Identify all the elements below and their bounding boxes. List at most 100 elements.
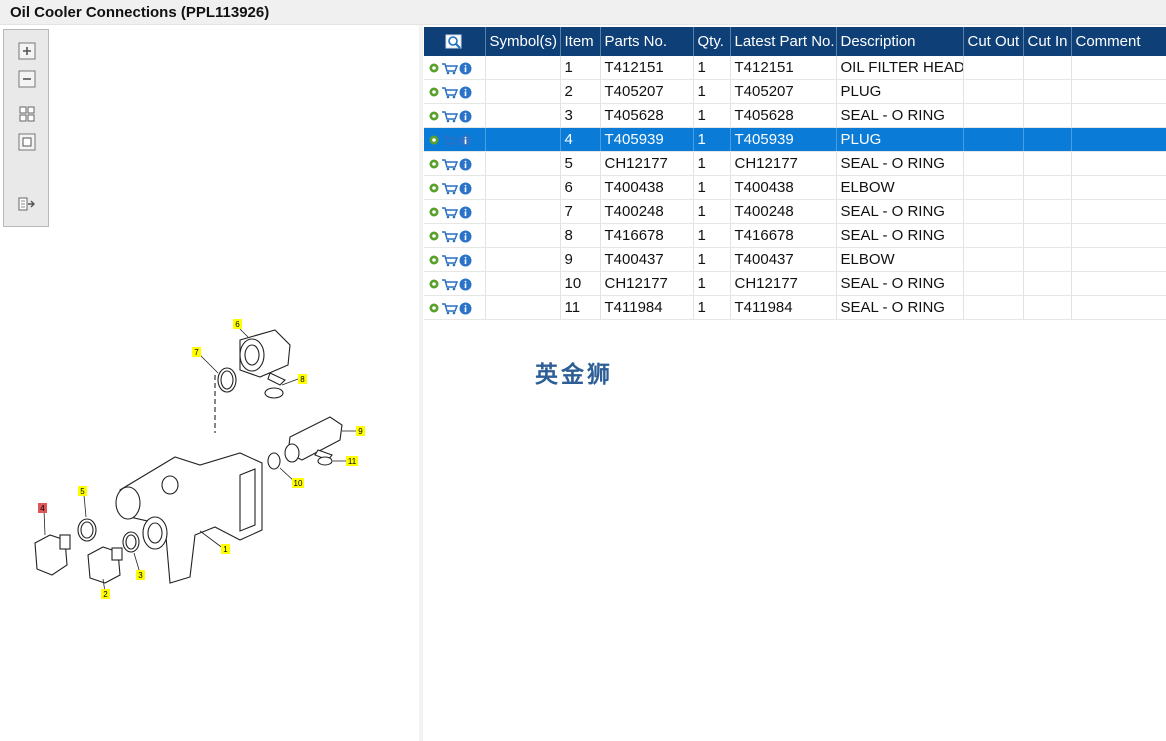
diagram-pane[interactable]: 6 7 8 9 11 10 5 4 3 2 1 [0, 25, 420, 741]
info-icon[interactable] [459, 230, 472, 243]
zoom-out-icon[interactable] [18, 70, 36, 88]
table-row[interactable]: 1 T412151 1 T412151 OIL FILTER HEAD [424, 56, 1166, 80]
row-actions-cell[interactable] [424, 127, 486, 152]
gear-icon[interactable] [428, 182, 440, 194]
table-row[interactable]: 8 T416678 1 T416678 SEAL - O RING [424, 223, 1166, 248]
callout-9[interactable]: 9 [358, 427, 363, 436]
info-icon[interactable] [459, 206, 472, 219]
column-filter-header[interactable] [424, 27, 486, 56]
column-header-parts-no[interactable]: Parts No. [600, 27, 694, 56]
cart-icon[interactable] [441, 278, 458, 291]
row-actions-cell[interactable] [424, 223, 486, 248]
callout-4[interactable]: 4 [40, 504, 45, 513]
table-row[interactable]: 3 T405628 1 T405628 SEAL - O RING [424, 103, 1166, 128]
cut-out-cell [963, 79, 1024, 104]
row-actions-cell[interactable] [424, 151, 486, 176]
info-icon[interactable] [459, 110, 472, 123]
latest-part-no-cell: T412151 [730, 56, 837, 80]
cart-icon[interactable] [441, 206, 458, 219]
exploded-parts-diagram[interactable]: 6 7 8 9 11 10 5 4 3 2 1 [0, 285, 419, 615]
callout-3[interactable]: 3 [138, 571, 143, 580]
column-header-cut-out[interactable]: Cut Out [963, 27, 1024, 56]
callout-2[interactable]: 2 [103, 590, 108, 599]
table-row[interactable]: 2 T405207 1 T405207 PLUG [424, 79, 1166, 104]
symbol-cell [485, 199, 561, 224]
table-row[interactable]: 4 T405939 1 T405939 PLUG [424, 127, 1166, 152]
search-filter-icon[interactable] [445, 34, 463, 50]
column-header-comment[interactable]: Comment [1071, 27, 1166, 56]
cart-icon[interactable] [441, 158, 458, 171]
gear-icon[interactable] [428, 110, 440, 122]
cart-icon[interactable] [441, 230, 458, 243]
row-actions-cell[interactable] [424, 271, 486, 296]
column-header-qty[interactable]: Qty. [693, 27, 731, 56]
cut-out-cell [963, 175, 1024, 200]
info-icon[interactable] [459, 86, 472, 99]
gear-icon[interactable] [428, 86, 440, 98]
table-row[interactable]: 9 T400437 1 T400437 ELBOW [424, 247, 1166, 272]
column-header-item[interactable]: Item [560, 27, 601, 56]
gear-icon[interactable] [428, 134, 440, 146]
row-actions-cell[interactable] [424, 247, 486, 272]
description-cell: SEAL - O RING [836, 103, 964, 128]
gear-icon[interactable] [428, 254, 440, 266]
table-row[interactable]: 7 T400248 1 T400248 SEAL - O RING [424, 199, 1166, 224]
description-cell: SEAL - O RING [836, 199, 964, 224]
callout-8[interactable]: 8 [300, 375, 305, 384]
qty-cell: 1 [693, 79, 731, 104]
info-icon[interactable] [459, 158, 472, 171]
info-icon[interactable] [459, 302, 472, 315]
cart-icon[interactable] [441, 182, 458, 195]
part-no-cell: CH12177 [600, 271, 694, 296]
description-cell: SEAL - O RING [836, 223, 964, 248]
fit-all-icon[interactable] [18, 105, 36, 123]
gear-icon[interactable] [428, 278, 440, 290]
callout-7[interactable]: 7 [194, 348, 199, 357]
description-cell: SEAL - O RING [836, 271, 964, 296]
info-icon[interactable] [459, 254, 472, 267]
cart-icon[interactable] [441, 302, 458, 315]
cart-icon[interactable] [441, 254, 458, 267]
latest-part-no-cell: T405628 [730, 103, 837, 128]
callout-5[interactable]: 5 [80, 487, 85, 496]
row-actions-cell[interactable] [424, 295, 486, 320]
cut-out-cell [963, 151, 1024, 176]
table-row[interactable]: 10 CH12177 1 CH12177 SEAL - O RING [424, 271, 1166, 296]
info-icon[interactable] [459, 278, 472, 291]
info-icon[interactable] [459, 182, 472, 195]
fit-page-icon[interactable] [18, 133, 36, 151]
table-row[interactable]: 5 CH12177 1 CH12177 SEAL - O RING [424, 151, 1166, 176]
row-actions-cell[interactable] [424, 56, 486, 80]
column-header-cut-in[interactable]: Cut In [1023, 27, 1072, 56]
cart-icon[interactable] [441, 110, 458, 123]
table-row[interactable]: 6 T400438 1 T400438 ELBOW [424, 175, 1166, 200]
zoom-in-icon[interactable] [18, 42, 36, 60]
row-actions-cell[interactable] [424, 175, 486, 200]
latest-part-no-cell: CH12177 [730, 271, 837, 296]
info-icon[interactable] [459, 134, 472, 147]
pane-splitter[interactable] [419, 25, 423, 741]
row-actions-cell[interactable] [424, 103, 486, 128]
row-actions-cell[interactable] [424, 199, 486, 224]
callout-1[interactable]: 1 [223, 545, 228, 554]
callout-6[interactable]: 6 [235, 320, 240, 329]
export-icon[interactable] [18, 195, 36, 213]
latest-part-no-cell: T405207 [730, 79, 837, 104]
description-cell: SEAL - O RING [836, 295, 964, 320]
info-icon[interactable] [459, 62, 472, 75]
cart-icon[interactable] [441, 86, 458, 99]
gear-icon[interactable] [428, 158, 440, 170]
row-actions-cell[interactable] [424, 79, 486, 104]
callout-11[interactable]: 11 [348, 457, 357, 466]
column-header-latest-part-no[interactable]: Latest Part No. [730, 27, 837, 56]
cart-icon[interactable] [441, 62, 458, 75]
table-row[interactable]: 11 T411984 1 T411984 SEAL - O RING [424, 295, 1166, 320]
column-header-symbols[interactable]: Symbol(s) [485, 27, 561, 56]
gear-icon[interactable] [428, 62, 440, 74]
column-header-description[interactable]: Description [836, 27, 964, 56]
gear-icon[interactable] [428, 206, 440, 218]
callout-10[interactable]: 10 [294, 479, 303, 488]
gear-icon[interactable] [428, 230, 440, 242]
cart-icon[interactable] [441, 134, 458, 147]
gear-icon[interactable] [428, 302, 440, 314]
